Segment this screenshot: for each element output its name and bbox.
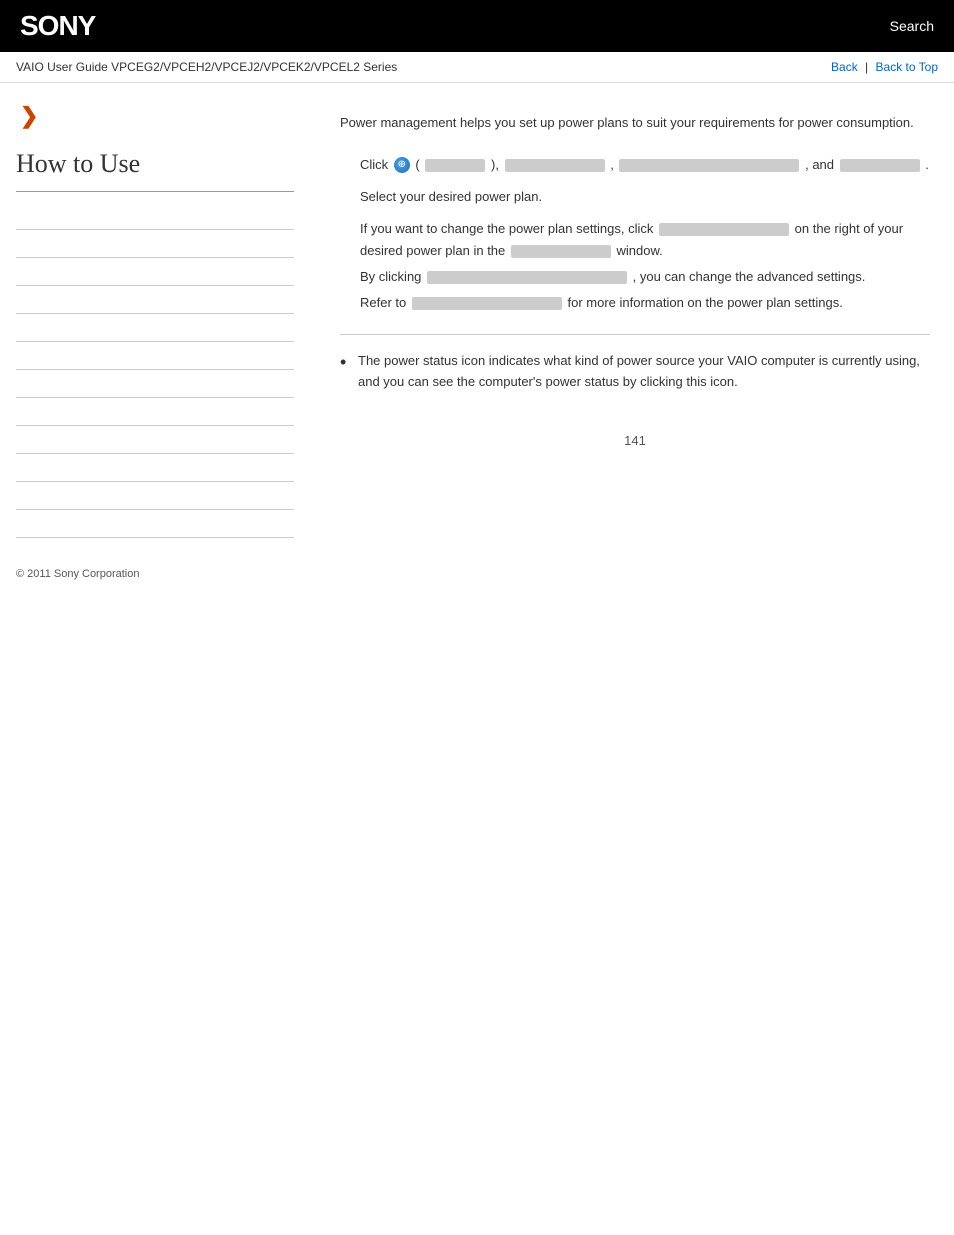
step-1-block: Click ⊕ ( ), , , and . — [340, 154, 930, 176]
sidebar-divider-top — [16, 191, 294, 192]
content-intro: Power management helps you set up power … — [340, 113, 930, 134]
sidebar-item[interactable] — [16, 482, 294, 510]
redacted-text-6 — [511, 245, 611, 258]
step-4-line: By clicking , you can change the advance… — [360, 266, 930, 288]
redacted-text-8 — [412, 297, 562, 310]
nav-links: Back | Back to Top — [831, 60, 938, 74]
step-1-paren-open: ( — [415, 157, 419, 172]
bullet-section: • The power status icon indicates what k… — [340, 334, 930, 393]
sidebar-item[interactable] — [16, 426, 294, 454]
step-2-line: Select your desired power plan. — [360, 186, 930, 208]
sidebar: ❯ How to Use © 2011 Sony Corporation — [0, 83, 310, 600]
sidebar-item[interactable] — [16, 314, 294, 342]
step-1-line: Click ⊕ ( ), , , and . — [360, 154, 930, 176]
step-1-click-label: Click — [360, 157, 388, 172]
step-5-line: Refer to for more information on the pow… — [360, 292, 930, 314]
sidebar-item[interactable] — [16, 370, 294, 398]
step-5-suffix: for more information on the power plan s… — [568, 295, 843, 310]
main-layout: ❯ How to Use © 2011 Sony Corporation Pow… — [0, 83, 954, 600]
step-2-block: Select your desired power plan. — [340, 186, 930, 208]
sidebar-item[interactable] — [16, 398, 294, 426]
sidebar-item[interactable] — [16, 202, 294, 230]
redacted-text-7 — [427, 271, 627, 284]
sidebar-item[interactable] — [16, 342, 294, 370]
step-3-line: If you want to change the power plan set… — [360, 218, 930, 262]
step-1-period: . — [925, 157, 929, 172]
back-to-top-link[interactable]: Back to Top — [876, 60, 938, 74]
guide-title: VAIO User Guide VPCEG2/VPCEH2/VPCEJ2/VPC… — [16, 60, 397, 74]
search-button[interactable]: Search — [890, 18, 934, 34]
sidebar-item[interactable] — [16, 454, 294, 482]
redacted-text-4 — [840, 159, 920, 172]
navbar: VAIO User Guide VPCEG2/VPCEH2/VPCEJ2/VPC… — [0, 52, 954, 83]
sidebar-item[interactable] — [16, 510, 294, 538]
sony-logo: SONY — [20, 10, 95, 42]
sidebar-arrow-icon: ❯ — [20, 103, 294, 129]
redacted-text-5 — [659, 223, 789, 236]
back-link[interactable]: Back — [831, 60, 858, 74]
redacted-text-1 — [425, 159, 485, 172]
step-5-prefix: Refer to — [360, 295, 406, 310]
step-4-suffix: , you can change the advanced settings. — [633, 269, 866, 284]
redacted-text-2 — [505, 159, 605, 172]
redacted-text-3 — [619, 159, 799, 172]
sidebar-item[interactable] — [16, 258, 294, 286]
nav-separator: | — [865, 60, 868, 74]
sidebar-section-title: How to Use — [16, 149, 294, 179]
bullet-text-1: The power status icon indicates what kin… — [358, 351, 930, 393]
bullet-item-1: • The power status icon indicates what k… — [340, 351, 930, 393]
bullet-dot: • — [340, 351, 358, 374]
step-3-block: If you want to change the power plan set… — [340, 218, 930, 314]
step-1-paren-close: ), — [491, 157, 499, 172]
step-1-and: , and — [805, 157, 834, 172]
page-number: 141 — [340, 433, 930, 468]
windows-icon: ⊕ — [394, 157, 410, 173]
content-area: Power management helps you set up power … — [310, 83, 954, 600]
step-4-prefix: By clicking — [360, 269, 421, 284]
sidebar-item[interactable] — [16, 286, 294, 314]
sidebar-item[interactable] — [16, 230, 294, 258]
step-3-suffix2: window. — [617, 243, 663, 258]
step-1-comma: , — [610, 157, 614, 172]
step-3-prefix: If you want to change the power plan set… — [360, 221, 653, 236]
page-header: SONY Search — [0, 0, 954, 52]
copyright: © 2011 Sony Corporation — [16, 568, 294, 580]
